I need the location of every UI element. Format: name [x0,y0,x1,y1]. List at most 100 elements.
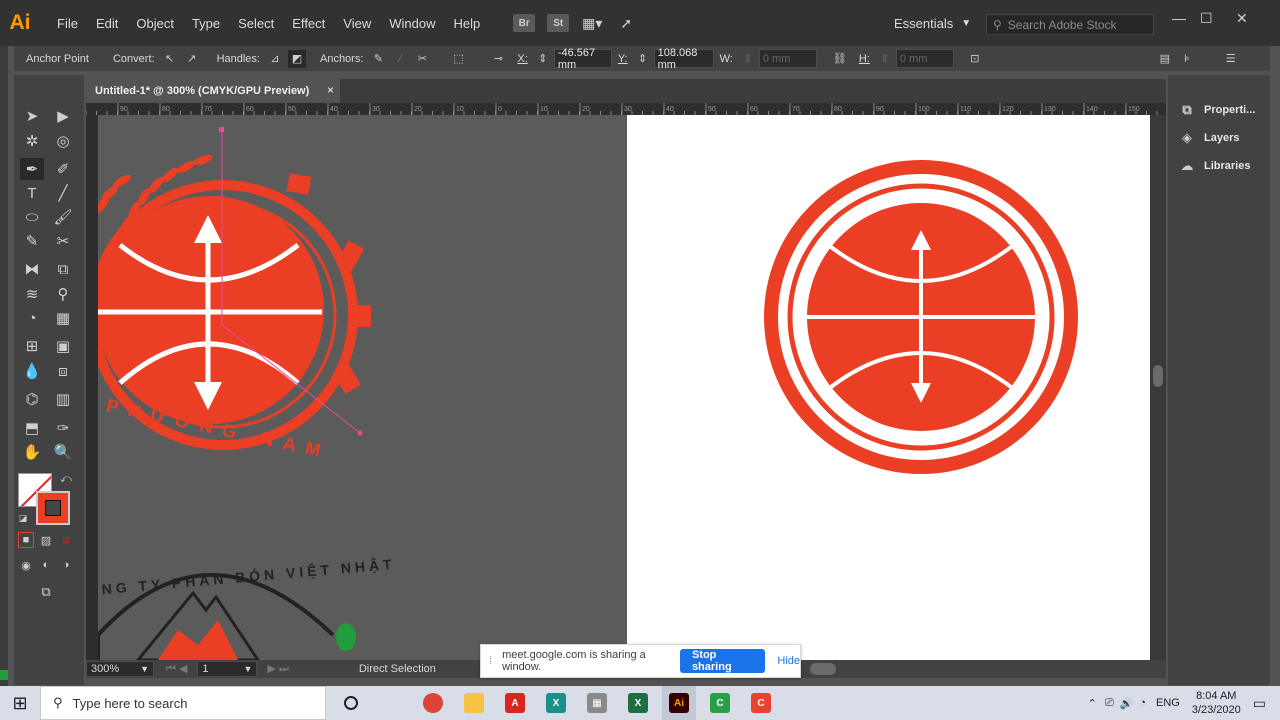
perspective-grid-icon[interactable]: ▦ [51,307,75,329]
width-tool-icon[interactable]: ≋ [20,283,44,305]
last-page-icon[interactable]: ▶ ⏭ [267,662,288,676]
show-handles-icon[interactable]: ⊿ [266,50,284,68]
h-field[interactable]: 0 mm [895,49,954,68]
slice-tool-icon[interactable]: ✑ [51,417,75,439]
isolate-icon[interactable]: ⊡ [966,50,984,68]
direct-selection-tool-icon[interactable]: ▶ [51,105,75,127]
acrobat-icon[interactable]: A [498,686,532,720]
artboard-tool-icon[interactable]: ⬒ [20,417,44,439]
h-stepper-icon[interactable]: ⇕ [876,50,894,68]
cortana-icon[interactable] [334,686,368,720]
arrange-documents-icon[interactable]: ▦▾ [581,14,603,32]
blend-tool-icon[interactable]: ⧈ [51,360,75,382]
reflect-tool-icon[interactable]: ⧓ [20,258,44,280]
y-stepper-icon[interactable]: ⇕ [634,50,652,68]
pen-tool-icon[interactable]: ✒ [20,158,44,180]
scissors-icon[interactable]: ✂ [51,230,75,252]
task-view-icon[interactable]: ⧉ [375,686,409,720]
stock-icon[interactable]: St [547,14,570,32]
first-page-icon[interactable]: ⏮ ◀ [166,662,187,676]
draw-normal-icon[interactable]: ◉ [18,557,34,573]
app-icon-teal[interactable]: X [539,686,573,720]
draw-behind-icon[interactable]: ◐ [38,557,54,573]
app-icon-gray[interactable]: ▦ [580,686,614,720]
tray-chevron-icon[interactable]: ⌃ [1088,697,1097,710]
menu-file[interactable]: File [48,0,87,46]
shape-builder-icon[interactable]: ◔ [20,307,44,329]
type-tool-icon[interactable]: T [20,182,44,204]
menu-type[interactable]: Type [183,0,229,46]
color-mode-icon[interactable]: ■ [18,532,34,548]
windows-start-icon[interactable]: ⊞ [0,686,40,720]
notification-icon[interactable]: ▭ [1253,695,1266,712]
default-colors-icon[interactable]: ◪ [16,511,30,525]
lasso-icon[interactable]: ◎ [51,130,75,152]
none-mode-icon[interactable]: ⧄ [58,532,74,548]
file-explorer-icon[interactable] [457,686,491,720]
hand-tool-icon[interactable]: ✋ [20,441,44,463]
w-stepper-icon[interactable]: ⇕ [739,50,757,68]
hide-button[interactable]: Hide [777,655,800,667]
y-field[interactable]: 108.068 mm [653,47,714,71]
maximize-icon[interactable]: ☐ [1200,10,1213,27]
paintbrush-icon[interactable]: 🖌 [51,206,75,228]
horizontal-ruler[interactable]: 90 80 70 60 50 40 30 20 10 0 10 20 30 40 50 60 70 80 90 100… [85,103,1166,115]
remove-anchor-icon[interactable]: ✎ [369,50,387,68]
panel-menu-icon[interactable]: ☰ [1222,50,1240,68]
camtasia-red-icon[interactable]: C [744,686,778,720]
stock-search-input[interactable]: ⚲ Search Adobe Stock [986,14,1154,35]
clock[interactable]: 8:04 AM 3/23/2020 [1192,689,1241,717]
line-tool-icon[interactable]: ╱ [51,182,75,204]
workspace-switcher[interactable]: Essentials ▼ [894,0,971,46]
network-icon[interactable]: ⎚ [1105,697,1114,710]
menu-edit[interactable]: Edit [87,0,127,46]
selection-tool-icon[interactable]: ➤ [20,105,44,127]
volume-icon[interactable]: 🔊 [1120,697,1134,710]
convert-corner-icon[interactable]: ↖ [161,50,179,68]
swap-colors-icon[interactable]: ⤺ [58,471,74,487]
align-anchor-icon[interactable]: ⊸ [489,50,507,68]
scroll-thumb[interactable] [1153,365,1163,387]
align-panel-icon[interactable]: ▤ [1156,50,1174,68]
horizontal-scroll-thumb[interactable] [810,663,836,675]
close-tab-icon[interactable]: × [327,83,334,97]
wifi-icon[interactable]: ◔ [1139,697,1146,709]
canvas[interactable]: PHƯƠNG NAM NG TY PHÂN BÓN VIỆT NHẬT [98,115,1150,660]
menu-effect[interactable]: Effect [283,0,334,46]
ellipse-tool-icon[interactable]: ⬭ [20,206,44,228]
cut-path-icon[interactable]: ✂ [413,50,431,68]
hide-handles-icon[interactable]: ◩ [287,49,306,68]
distribute-icon[interactable]: ⊧ [1178,50,1196,68]
minimize-icon[interactable]: — [1172,10,1186,26]
layers-panel-tab[interactable]: ◈ Layers [1178,128,1239,148]
magic-wand-icon[interactable]: ✲ [20,130,44,152]
menu-select[interactable]: Select [229,0,283,46]
w-field[interactable]: 0 mm [758,49,817,68]
x-field[interactable]: -46.567 mm [553,47,612,71]
language-indicator[interactable]: ENG [1156,697,1180,709]
mesh-tool-icon[interactable]: ⊞ [20,335,44,357]
camtasia-green-icon[interactable]: C [703,686,737,720]
x-stepper-icon[interactable]: ⇕ [534,50,552,68]
transform-icon[interactable]: ⬚ [449,50,467,68]
puppet-warp-icon[interactable]: ⚲ [51,283,75,305]
properties-panel-tab[interactable]: ⧉ Properti... [1178,100,1255,120]
scale-tool-icon[interactable]: ⧉ [51,258,75,280]
constrain-link-icon[interactable]: ⛓ [831,50,849,68]
libraries-panel-tab[interactable]: ☁ Libraries [1178,156,1251,176]
symbol-sprayer-icon[interactable]: ⌬ [20,388,44,410]
graph-tool-icon[interactable]: ▥ [51,388,75,410]
menu-help[interactable]: Help [444,0,489,46]
document-tab[interactable]: Untitled-1* @ 300% (CMYK/GPU Preview) × [86,79,340,103]
connect-anchor-icon[interactable]: ⁄ [391,50,409,68]
gpu-rocket-icon[interactable]: ➚ [615,14,637,32]
gradient-tool-icon[interactable]: ▣ [51,335,75,357]
taskbar-search-input[interactable]: ⚲ Type here to search [40,686,326,720]
eyedropper-icon[interactable]: 💧 [20,360,44,382]
illustrator-taskbar-icon[interactable]: Ai [662,686,696,720]
menu-window[interactable]: Window [380,0,444,46]
drag-handle-icon[interactable]: ⁞ [489,655,492,667]
excel-icon[interactable]: X [621,686,655,720]
page-select[interactable]: 1 ▼ [197,661,258,677]
zoom-tool-icon[interactable]: 🔍 [51,441,75,463]
